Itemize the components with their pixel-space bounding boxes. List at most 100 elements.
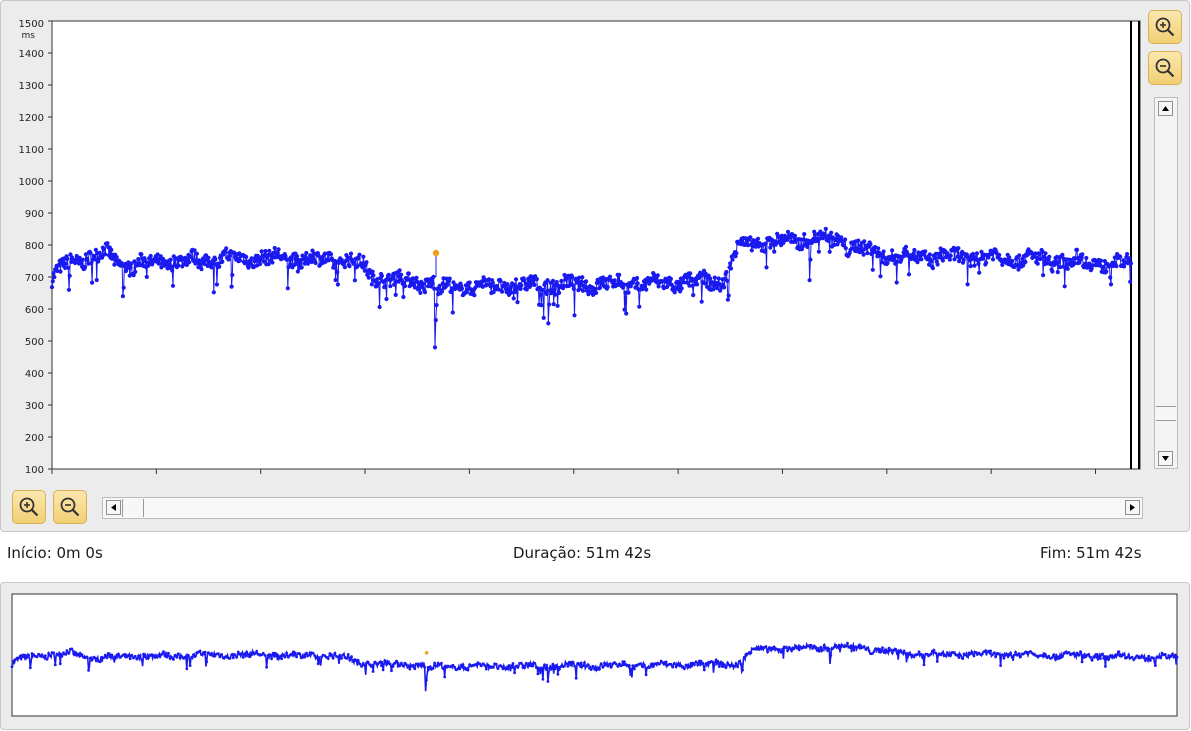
overview-point (669, 662, 673, 666)
overview-point (338, 653, 342, 657)
overview-point (1080, 660, 1084, 664)
overview-point (949, 654, 953, 657)
overview-point (440, 661, 443, 665)
overview-point (210, 652, 214, 655)
overview-point (117, 652, 120, 656)
overview-point (902, 649, 906, 653)
overview-point (614, 662, 618, 666)
overview-point (298, 652, 302, 656)
overview-point (960, 657, 964, 660)
overview-point (1014, 651, 1017, 654)
overview-point (688, 664, 691, 668)
overview-point (187, 654, 190, 657)
overview-point (390, 669, 393, 673)
overview-point (415, 662, 418, 666)
overview-point (601, 665, 605, 669)
overview-point (658, 662, 661, 666)
overview-point (792, 647, 796, 650)
overview-point (598, 667, 601, 671)
overview-point (383, 659, 387, 663)
overview-point (633, 667, 636, 671)
overview-point (1044, 653, 1047, 656)
overview-point (829, 654, 833, 657)
overview-point (664, 660, 668, 664)
overview-point (599, 662, 603, 666)
overview-point (571, 660, 575, 664)
overview-point (608, 662, 611, 666)
overview-point (1009, 651, 1012, 655)
overview-point (458, 667, 462, 671)
overview-point (28, 666, 32, 670)
overview-point (1087, 653, 1091, 656)
overview-point (423, 666, 427, 669)
overview-point (921, 655, 924, 659)
overview-point (531, 664, 535, 668)
overview-point (45, 657, 49, 661)
overview-point (135, 657, 139, 661)
overview-point (586, 663, 590, 666)
overview-point (190, 655, 194, 659)
overview-point (749, 651, 753, 655)
overview-point (693, 663, 696, 667)
overview-point (696, 663, 700, 667)
overview-point (876, 647, 879, 651)
overview-point (253, 652, 257, 655)
overview-point (631, 664, 635, 668)
overview-point (534, 666, 538, 669)
overview-point (128, 657, 132, 661)
overview-point (994, 655, 997, 659)
overview-point (581, 664, 585, 668)
overview-point (736, 665, 739, 669)
overview-point (172, 658, 175, 661)
overview-point (742, 655, 746, 659)
overview-point (889, 648, 893, 652)
overview-point (717, 665, 721, 668)
overview-point (140, 658, 144, 662)
overview-point (684, 663, 688, 667)
overview-point (235, 655, 239, 659)
overview-point (821, 648, 824, 652)
overview-point (1100, 652, 1104, 656)
overview-point (866, 646, 869, 650)
overview-point (916, 653, 919, 656)
overview-point (766, 650, 769, 654)
overview-point (623, 660, 626, 664)
overview-point (270, 657, 273, 661)
overview-point (591, 664, 595, 668)
overview-highlight-point (424, 651, 429, 655)
overview-point (694, 660, 698, 664)
overview-point (739, 662, 743, 666)
overview-point (516, 666, 520, 669)
overview-point (784, 646, 788, 649)
overview-point (1122, 653, 1126, 656)
overview-point (87, 669, 90, 672)
overview-point (533, 661, 536, 665)
overview-point (47, 652, 50, 655)
overview-point (619, 664, 623, 667)
overview-point (431, 667, 435, 670)
overview-point (822, 643, 826, 647)
overview-point (360, 665, 363, 668)
overview-point (10, 665, 14, 669)
overview-point (499, 664, 503, 668)
overview-point (811, 646, 814, 650)
overview-point (100, 659, 104, 662)
overview-point (922, 663, 926, 667)
overview-chart[interactable] (0, 0, 1191, 731)
overview-point (1115, 653, 1119, 657)
overview-point (955, 654, 959, 657)
overview-point (712, 663, 716, 667)
overview-point (809, 643, 813, 647)
overview-point (162, 650, 165, 653)
overview-point (716, 659, 720, 663)
overview-point (341, 653, 345, 657)
overview-point (824, 646, 828, 650)
overview-point (786, 649, 789, 653)
overview-point (496, 667, 500, 670)
overview-point (63, 652, 67, 656)
overview-point (295, 655, 298, 659)
overview-point (558, 667, 561, 671)
overview-point (1175, 655, 1179, 659)
overview-point (711, 660, 715, 664)
overview-point (395, 659, 398, 663)
